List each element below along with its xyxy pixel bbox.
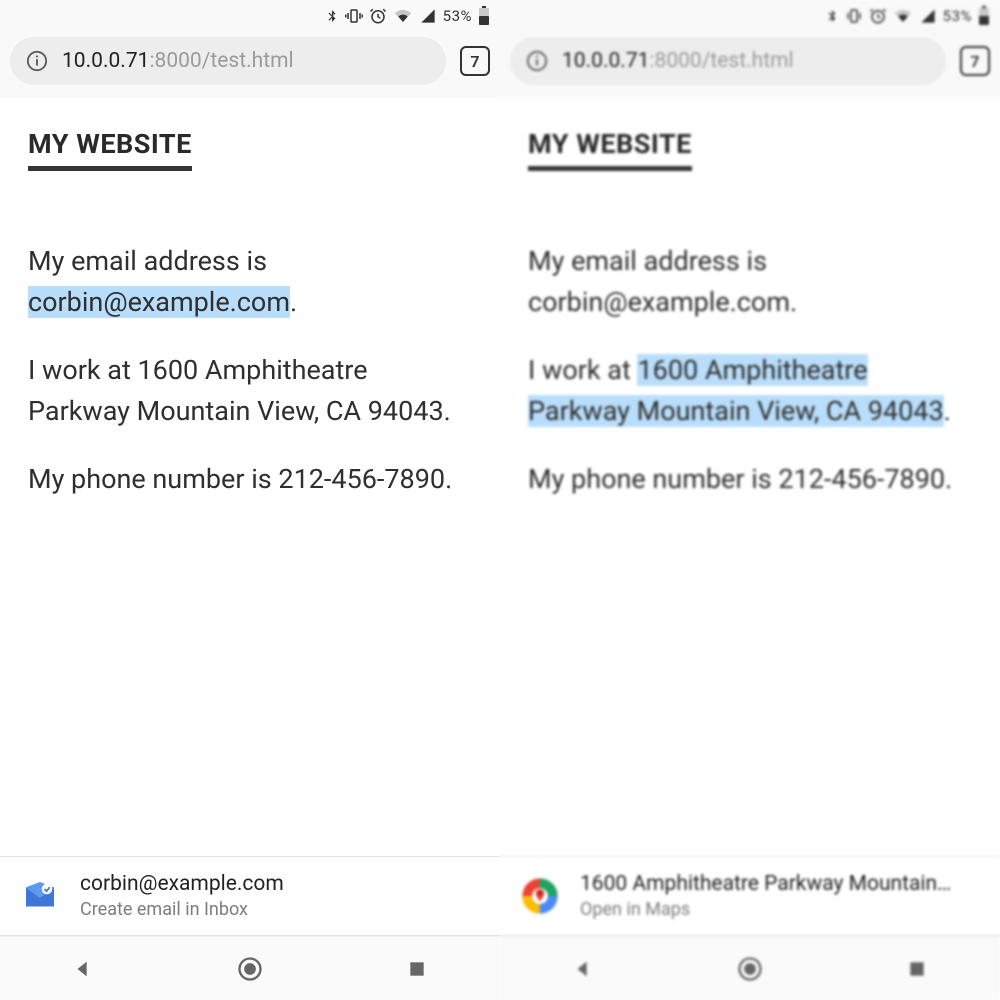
paragraph-address: I work at 1600 Amphitheatre Parkway Moun…	[28, 350, 472, 431]
screenshot-left: 53% 10.0.0.71:8000/test.html 7 MY WEBSIT…	[0, 0, 500, 1000]
selected-email[interactable]: corbin@example.com	[28, 286, 290, 318]
paragraph-phone: My phone number is 212-456-7890.	[528, 459, 972, 500]
suggestion-title: corbin@example.com	[80, 872, 284, 896]
smart-suggestion-bar[interactable]: corbin@example.com Create email in Inbox	[0, 856, 500, 936]
paragraph-email: My email address is corbin@example.com.	[528, 241, 972, 322]
url-host: 10.0.0.71	[562, 49, 649, 73]
alarm-icon	[369, 7, 387, 25]
alarm-icon	[869, 7, 887, 25]
address-bar[interactable]: 10.0.0.71:8000/test.html	[510, 37, 946, 85]
webpage-content[interactable]: MY WEBSITE My email address is corbin@ex…	[500, 98, 1000, 856]
email-text[interactable]: corbin@example.com	[528, 286, 790, 318]
back-button[interactable]	[565, 951, 601, 987]
tab-count-label: 7	[470, 52, 479, 71]
page-title: MY WEBSITE	[28, 128, 192, 171]
toolbar: 10.0.0.71:8000/test.html 7	[0, 32, 500, 98]
tab-count-label: 7	[970, 52, 979, 71]
system-nav-bar	[500, 936, 1000, 1000]
inbox-app-icon	[18, 874, 62, 918]
vibrate-icon	[345, 7, 363, 25]
wifi-icon	[393, 8, 413, 24]
tab-switcher[interactable]: 7	[960, 46, 990, 76]
url-path: :8000/test.html	[649, 49, 793, 73]
address-bar[interactable]: 10.0.0.71:8000/test.html	[10, 37, 446, 85]
recents-button[interactable]	[899, 951, 935, 987]
paragraph-email: My email address is corbin@example.com.	[28, 241, 472, 322]
home-button[interactable]	[732, 951, 768, 987]
suggestion-subtitle: Create email in Inbox	[80, 899, 284, 920]
toolbar: 10.0.0.71:8000/test.html 7	[500, 32, 1000, 98]
smart-suggestion-bar[interactable]: 1600 Amphitheatre Parkway Mountain… Open…	[500, 856, 1000, 936]
webpage-content[interactable]: MY WEBSITE My email address is corbin@ex…	[0, 98, 500, 856]
cell-signal-icon	[919, 8, 937, 24]
battery-percent: 53%	[443, 7, 472, 25]
status-bar: 53%	[0, 0, 500, 32]
battery-icon	[478, 6, 490, 26]
tab-switcher[interactable]: 7	[460, 46, 490, 76]
bluetooth-icon	[825, 7, 839, 25]
url-host: 10.0.0.71	[62, 49, 149, 73]
recents-button[interactable]	[399, 951, 435, 987]
suggestion-text: corbin@example.com Create email in Inbox	[80, 872, 284, 920]
suggestion-title: 1600 Amphitheatre Parkway Mountain…	[580, 872, 951, 896]
home-button[interactable]	[232, 951, 268, 987]
page-title: MY WEBSITE	[528, 128, 692, 171]
url-text: 10.0.0.71:8000/test.html	[562, 49, 794, 73]
paragraph-address: I work at 1600 Amphitheatre Parkway Moun…	[528, 350, 972, 431]
paragraph-phone: My phone number is 212-456-7890.	[28, 459, 472, 500]
bluetooth-icon	[325, 7, 339, 25]
battery-percent: 53%	[943, 7, 972, 25]
wifi-icon	[893, 8, 913, 24]
maps-app-icon	[518, 874, 562, 918]
system-nav-bar	[0, 936, 500, 1000]
screenshot-right: 53% 10.0.0.71:8000/test.html 7 MY WEBSIT…	[500, 0, 1000, 1000]
url-text: 10.0.0.71:8000/test.html	[62, 49, 294, 73]
site-info-icon[interactable]	[26, 50, 48, 72]
battery-icon	[978, 6, 990, 26]
status-bar: 53%	[500, 0, 1000, 32]
vibrate-icon	[845, 7, 863, 25]
suggestion-subtitle: Open in Maps	[580, 899, 951, 920]
suggestion-text: 1600 Amphitheatre Parkway Mountain… Open…	[580, 872, 951, 920]
back-button[interactable]	[65, 951, 101, 987]
url-path: :8000/test.html	[149, 49, 293, 73]
phone-text[interactable]: 212-456-7890	[778, 463, 945, 495]
cell-signal-icon	[419, 8, 437, 24]
site-info-icon[interactable]	[526, 50, 548, 72]
phone-text[interactable]: 212-456-7890	[278, 463, 445, 495]
